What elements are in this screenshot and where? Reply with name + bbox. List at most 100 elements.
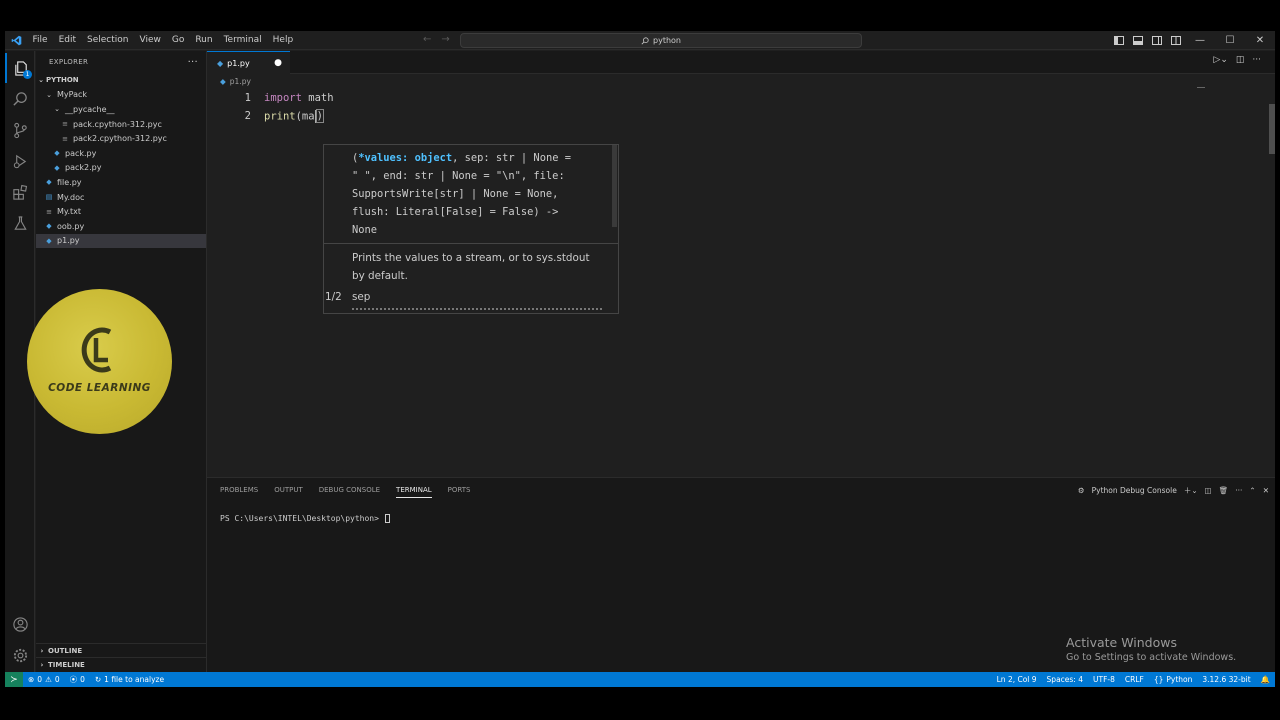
more-actions-icon[interactable]: ··· bbox=[1235, 486, 1242, 495]
close-panel-icon[interactable]: ✕ bbox=[1263, 486, 1269, 495]
language-mode[interactable]: {} Python bbox=[1149, 675, 1198, 684]
breadcrumb-file[interactable]: p1.py bbox=[230, 77, 251, 86]
binary-file-icon: ≡ bbox=[62, 120, 68, 129]
tab-p1-py[interactable]: ◆ p1.py ● bbox=[207, 51, 290, 74]
analysis-status[interactable]: ↻ 1 file to analyze bbox=[90, 675, 169, 684]
tab-terminal[interactable]: TERMINAL bbox=[396, 486, 432, 498]
tree-item[interactable]: ▤ My.doc bbox=[36, 190, 206, 205]
python-file-icon: ◆ bbox=[54, 149, 60, 158]
binary-file-icon: ≡ bbox=[62, 134, 68, 143]
signature-scrollbar[interactable] bbox=[612, 145, 617, 227]
code-line-1[interactable]: 1 import math bbox=[207, 89, 1267, 107]
tree-item[interactable]: ≡ pack.cpython-312.pyc bbox=[36, 117, 206, 132]
more-actions-icon[interactable]: ··· bbox=[1252, 55, 1261, 65]
tree-item[interactable]: ≡ My.txt bbox=[36, 204, 206, 219]
kill-terminal-trash-icon[interactable]: 🗑 bbox=[1219, 486, 1229, 495]
command-center[interactable]: python bbox=[460, 33, 862, 48]
menu-file[interactable]: File bbox=[27, 35, 53, 45]
explorer-title: EXPLORER bbox=[49, 58, 89, 66]
signature-line: (*values: object, sep: str | None = bbox=[352, 152, 571, 164]
explorer-icon[interactable]: 1 bbox=[5, 53, 35, 83]
python-interpreter[interactable]: 3.12.6 32-bit bbox=[1197, 675, 1255, 684]
back-arrow-icon[interactable]: ← bbox=[423, 34, 431, 45]
forward-arrow-icon[interactable]: → bbox=[441, 34, 449, 45]
menu-terminal[interactable]: Terminal bbox=[218, 35, 267, 45]
toggle-panel-icon[interactable] bbox=[1128, 31, 1147, 50]
minimize-icon[interactable]: — bbox=[1185, 31, 1215, 50]
editor-scrollbar[interactable] bbox=[1269, 104, 1275, 154]
tree-item[interactable]: ◆ p1.py bbox=[36, 233, 206, 249]
tree-item[interactable]: ◆ pack.py bbox=[36, 146, 206, 161]
settings-gear-icon[interactable] bbox=[5, 640, 35, 670]
unsaved-dot-icon[interactable]: ● bbox=[274, 58, 282, 68]
toggle-primary-sidebar-icon[interactable] bbox=[1109, 31, 1128, 50]
line-number: 2 bbox=[244, 110, 251, 122]
outline-section[interactable]: › OUTLINE bbox=[36, 643, 206, 657]
end-of-line[interactable]: CRLF bbox=[1120, 675, 1149, 684]
tree-item-label: file.py bbox=[57, 177, 82, 187]
extensions-icon[interactable] bbox=[5, 177, 35, 207]
cursor-position[interactable]: Ln 2, Col 9 bbox=[992, 675, 1042, 684]
menu-selection[interactable]: Selection bbox=[82, 35, 134, 45]
explorer-more-actions-icon[interactable]: ··· bbox=[188, 57, 198, 68]
encoding[interactable]: UTF-8 bbox=[1088, 675, 1120, 684]
tree-item[interactable]: ⌄ MyPack bbox=[36, 88, 206, 103]
tab-debug-console[interactable]: DEBUG CONSOLE bbox=[319, 486, 380, 498]
tree-item[interactable]: ≡ pack2.cpython-312.pyc bbox=[36, 131, 206, 146]
close-window-icon[interactable]: ✕ bbox=[1245, 31, 1275, 50]
ports-status[interactable]: ⦿ 0 bbox=[65, 674, 90, 685]
testing-flask-icon[interactable] bbox=[5, 208, 35, 238]
python-file-icon: ◆ bbox=[217, 58, 224, 68]
terminal-output[interactable]: PS C:\Users\INTEL\Desktop\python> bbox=[220, 514, 390, 523]
active-parameter: *values: object bbox=[358, 152, 453, 164]
menu-help[interactable]: Help bbox=[267, 35, 299, 45]
customize-layout-icon[interactable] bbox=[1166, 31, 1185, 50]
tree-item[interactable]: ◆ oob.py bbox=[36, 219, 206, 234]
terminal-name[interactable]: Python Debug Console bbox=[1092, 486, 1177, 495]
maximize-panel-icon[interactable]: ⌃ bbox=[1249, 486, 1255, 495]
tab-output[interactable]: OUTPUT bbox=[274, 486, 303, 498]
tree-item[interactable]: ◆ pack2.py bbox=[36, 161, 206, 176]
code-token: math bbox=[301, 92, 334, 104]
tab-ports[interactable]: PORTS bbox=[448, 486, 471, 498]
code-line-2[interactable]: 2 print(ma) bbox=[207, 107, 1267, 125]
menu-run[interactable]: Run bbox=[190, 35, 218, 45]
terminal-prompt: PS C:\Users\INTEL\Desktop\python> bbox=[220, 514, 384, 523]
video-letterbox-top bbox=[0, 0, 1280, 31]
menu-go[interactable]: Go bbox=[166, 35, 189, 45]
timeline-section[interactable]: › TIMELINE bbox=[36, 657, 206, 671]
accounts-icon[interactable] bbox=[5, 609, 35, 639]
overload-counter[interactable]: 1/2 bbox=[325, 291, 342, 303]
menu-edit[interactable]: Edit bbox=[53, 35, 81, 45]
split-terminal-icon[interactable]: ◫ bbox=[1205, 486, 1212, 495]
chevron-right-icon: › bbox=[40, 660, 44, 669]
source-control-icon[interactable] bbox=[5, 115, 35, 145]
problems-status[interactable]: ⊗ 0 ⚠ 0 bbox=[23, 675, 65, 684]
clipped-text-line bbox=[352, 308, 602, 311]
panel-actions: ⚙ Python Debug Console ＋⌄ ◫ 🗑 ··· ⌃ ✕ bbox=[1078, 485, 1269, 496]
run-python-file-icon[interactable]: ▷⌄ bbox=[1213, 55, 1227, 65]
tree-item-label: pack.py bbox=[65, 148, 97, 158]
chevron-down-icon: ⌄ bbox=[54, 105, 60, 114]
tab-problems[interactable]: PROBLEMS bbox=[220, 486, 258, 498]
workspace-root[interactable]: ⌄ PYTHON bbox=[36, 73, 206, 88]
run-and-debug-icon[interactable] bbox=[5, 146, 35, 176]
menu-view[interactable]: View bbox=[134, 35, 166, 45]
remote-indicator-icon[interactable]: ≻ bbox=[5, 672, 23, 687]
tree-item[interactable]: ⌄ __pycache__ bbox=[36, 102, 206, 117]
chevron-down-icon: ⌄ bbox=[38, 76, 44, 85]
signature-text: (*values: object, sep: str | None = " ",… bbox=[352, 149, 614, 239]
explorer-sidebar: EXPLORER ··· ⌄ PYTHON ⌄ MyPack ⌄ __pycache_… bbox=[27, 51, 207, 672]
line-number: 1 bbox=[244, 92, 251, 104]
search-activity-icon[interactable] bbox=[5, 84, 35, 114]
tree-item-label: oob.py bbox=[57, 221, 85, 231]
indentation[interactable]: Spaces: 4 bbox=[1042, 675, 1088, 684]
split-editor-icon[interactable]: ◫ bbox=[1236, 55, 1245, 65]
maximize-icon[interactable]: ☐ bbox=[1215, 31, 1245, 50]
tree-item[interactable]: ◆ file.py bbox=[36, 175, 206, 190]
toggle-secondary-sidebar-icon[interactable] bbox=[1147, 31, 1166, 50]
new-terminal-icon[interactable]: ＋⌄ bbox=[1184, 485, 1198, 496]
warning-count: 0 bbox=[54, 675, 60, 684]
notifications-bell-icon[interactable]: 🔔 bbox=[1256, 675, 1275, 684]
activate-windows-watermark: Activate Windows Go to Settings to activ… bbox=[1066, 635, 1236, 663]
